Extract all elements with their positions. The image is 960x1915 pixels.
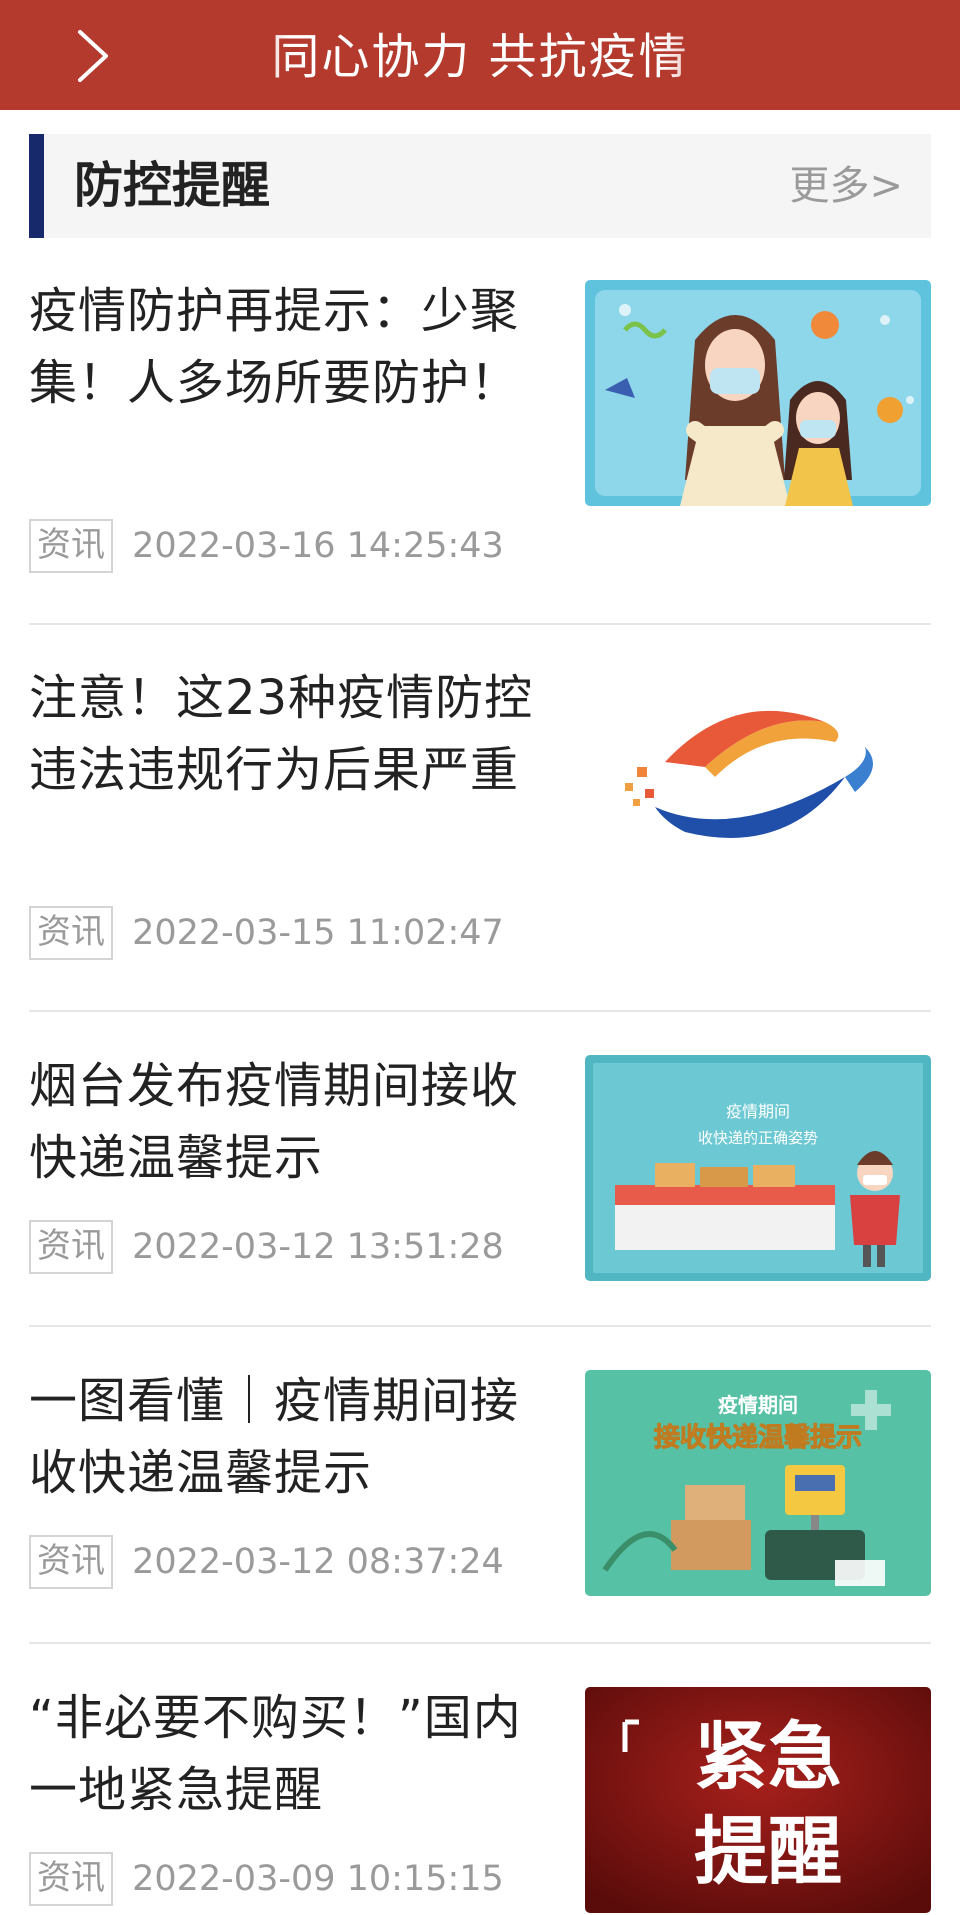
thumbnail-caption: 疫情期间 xyxy=(726,1102,790,1121)
news-meta: 资讯 2022-03-09 10:15:15 xyxy=(29,1852,504,1906)
publish-date: 2022-03-15 11:02:47 xyxy=(132,913,504,953)
news-item[interactable]: 烟台发布疫情期间接收快递温馨提示 资讯 2022-03-12 13:51:28 … xyxy=(29,1050,931,1320)
news-title[interactable]: 疫情防护再提示：少聚集！人多场所要防护！ xyxy=(29,275,549,419)
divider xyxy=(29,1642,931,1644)
news-thumbnail[interactable] xyxy=(585,667,931,893)
banner-fade-right xyxy=(660,0,960,110)
news-meta: 资讯 2022-03-15 11:02:47 xyxy=(29,906,504,960)
news-thumbnail[interactable] xyxy=(585,280,931,506)
banner-fade-left xyxy=(140,0,290,110)
news-meta: 资讯 2022-03-16 14:25:43 xyxy=(29,519,504,573)
divider xyxy=(29,1325,931,1327)
thumbnail-caption: 接收快递温馨提示 xyxy=(654,1422,862,1453)
thumbnail-caption: 紧急 xyxy=(694,1714,842,1800)
publish-date: 2022-03-12 13:51:28 xyxy=(132,1227,504,1267)
news-title[interactable]: “非必要不购买！”国内一地紧急提醒 xyxy=(29,1682,549,1826)
publish-date: 2022-03-12 08:37:24 xyxy=(132,1542,504,1582)
news-meta: 资讯 2022-03-12 08:37:24 xyxy=(29,1535,504,1589)
thumbnail-caption: 疫情期间 xyxy=(718,1393,798,1417)
news-title[interactable]: 一图看懂｜疫情期间接收快递温馨提示 xyxy=(29,1365,549,1509)
news-thumbnail[interactable]: 疫情期间 收快递的正确姿势 xyxy=(585,1055,931,1281)
section-header: 防控提醒 更多> xyxy=(29,134,931,238)
thumbnail-caption: 收快递的正确姿势 xyxy=(698,1129,818,1147)
section-title: 防控提醒 xyxy=(74,157,271,214)
news-item[interactable]: 注意！这23种疫情防控违法违规行为后果严重 资讯 2022-03-15 11:0… xyxy=(29,662,931,982)
publish-date: 2022-03-09 10:15:15 xyxy=(132,1859,504,1899)
divider xyxy=(29,1010,931,1012)
chevron-right-icon[interactable] xyxy=(68,28,120,84)
news-title[interactable]: 注意！这23种疫情防控违法违规行为后果严重 xyxy=(29,662,549,806)
top-banner: 同心协力 共抗疫情 xyxy=(0,0,960,110)
news-thumbnail[interactable]: 紧急 提醒 xyxy=(585,1687,931,1913)
news-item[interactable]: “非必要不购买！”国内一地紧急提醒 资讯 2022-03-09 10:15:15… xyxy=(29,1682,931,1915)
more-link[interactable]: 更多> xyxy=(789,134,903,238)
news-title[interactable]: 烟台发布疫情期间接收快递温馨提示 xyxy=(29,1050,549,1194)
category-tag: 资讯 xyxy=(29,1220,113,1274)
category-tag: 资讯 xyxy=(29,1535,113,1589)
thumbnail-caption: 提醒 xyxy=(694,1809,842,1895)
category-tag: 资讯 xyxy=(29,1852,113,1906)
category-tag: 资讯 xyxy=(29,906,113,960)
news-item[interactable]: 一图看懂｜疫情期间接收快递温馨提示 资讯 2022-03-12 08:37:24… xyxy=(29,1365,931,1635)
category-tag: 资讯 xyxy=(29,519,113,573)
section-accent-bar xyxy=(29,134,44,238)
news-item[interactable]: 疫情防护再提示：少聚集！人多场所要防护！ 资讯 2022-03-16 14:25… xyxy=(29,275,931,605)
news-meta: 资讯 2022-03-12 13:51:28 xyxy=(29,1220,504,1274)
news-thumbnail[interactable]: 疫情期间 接收快递温馨提示 xyxy=(585,1370,931,1596)
divider xyxy=(29,623,931,625)
publish-date: 2022-03-16 14:25:43 xyxy=(132,526,504,566)
